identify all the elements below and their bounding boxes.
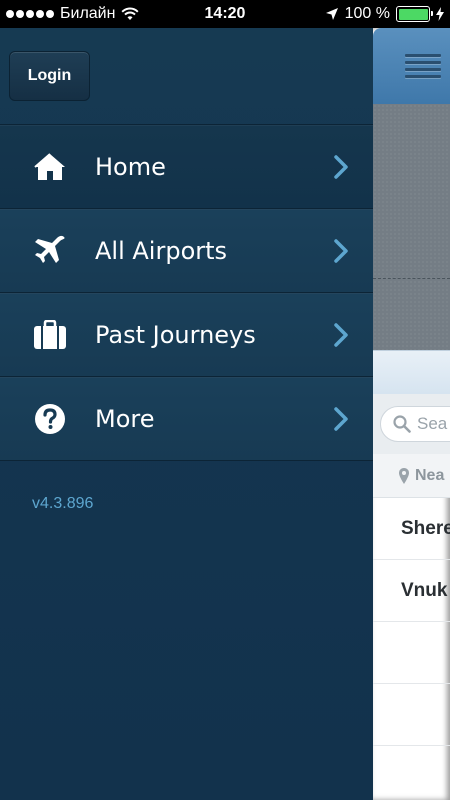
chevron-right-icon: [334, 323, 348, 347]
status-right: 100 %: [325, 5, 444, 23]
battery-percent: 100 %: [344, 5, 390, 22]
menu-item-label: Past Journeys: [95, 321, 256, 349]
location-arrow-icon: [325, 8, 338, 20]
menu-item-past-journeys[interactable]: Past Journeys: [0, 293, 373, 377]
nearby-label: Nea: [415, 466, 445, 484]
app-version: v4.3.896: [32, 495, 94, 512]
empty-row: [373, 622, 450, 684]
search-placeholder: Sea: [417, 414, 448, 433]
map-view[interactable]: [373, 104, 450, 350]
menu-item-label: All Airports: [95, 237, 228, 265]
menu-item-all-airports[interactable]: All Airports: [0, 209, 373, 293]
chevron-right-icon: [334, 407, 348, 431]
location-pin-icon: [399, 467, 409, 484]
charging-icon: [436, 7, 444, 21]
search-icon: [393, 415, 411, 433]
airplane-icon: [33, 234, 67, 268]
menu-header: Login: [0, 28, 373, 124]
battery-icon: [396, 6, 433, 22]
login-button[interactable]: Login: [9, 51, 90, 101]
info-band: [373, 350, 450, 394]
airport-row[interactable]: Shere: [373, 498, 450, 560]
airport-row[interactable]: Vnuk: [373, 560, 450, 622]
map-dashed-line: [373, 278, 450, 279]
menu-item-label: More: [95, 405, 155, 433]
menu-item-more[interactable]: More: [0, 377, 373, 461]
main-screen-peek[interactable]: Sea Nea Shere Vnuk: [373, 28, 450, 800]
briefcase-icon: [33, 318, 67, 352]
empty-row: [373, 684, 450, 746]
side-menu: Login Home All Airports Past Journeys Mo…: [0, 28, 373, 800]
hamburger-menu-icon[interactable]: [405, 54, 441, 82]
question-icon: [33, 402, 67, 436]
menu-list: Home All Airports Past Journeys More: [0, 124, 373, 461]
chevron-right-icon: [334, 239, 348, 263]
status-bar: Билайн 14:20 100 %: [0, 0, 450, 28]
home-icon: [33, 150, 67, 184]
main-header: [373, 28, 450, 104]
search-bar: Sea: [373, 394, 450, 454]
battery-fill: [398, 8, 428, 20]
menu-item-label: Home: [95, 153, 166, 181]
nearby-section-header: Nea: [373, 454, 450, 498]
search-input[interactable]: Sea: [380, 406, 450, 442]
chevron-right-icon: [334, 155, 348, 179]
menu-item-home[interactable]: Home: [0, 125, 373, 209]
